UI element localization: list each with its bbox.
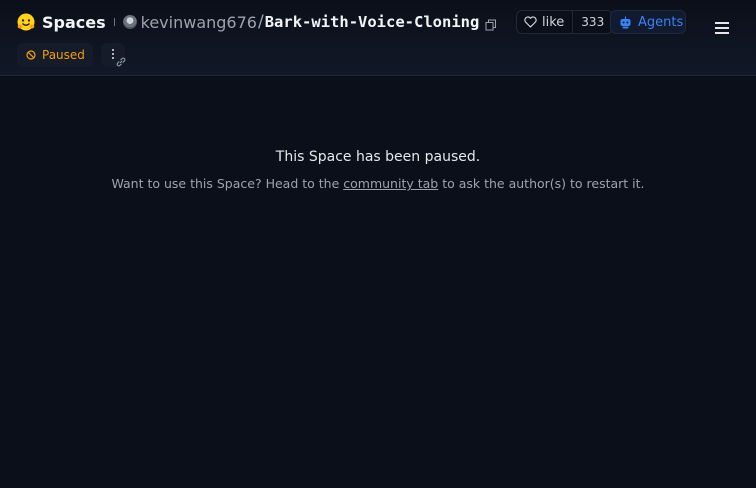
subtitle-text-start: Want to use this Space? Head to the (111, 176, 344, 191)
paused-label: Paused (42, 48, 85, 62)
hamburger-menu-icon[interactable] (715, 22, 729, 34)
like-widget: like 333 (516, 10, 614, 34)
like-label: like (542, 14, 565, 30)
owner-avatar[interactable] (122, 15, 137, 29)
robot-icon (620, 16, 631, 28)
space-header: Spaces kevinwang676 / Bark-with-Voice-Cl… (0, 0, 756, 76)
space-title-row: Spaces kevinwang676 / Bark-with-Voice-Cl… (16, 8, 497, 36)
agents-button[interactable]: Agents (610, 10, 686, 34)
divider (113, 18, 115, 26)
heart-icon (524, 16, 537, 28)
owner-link[interactable]: kevinwang676 (141, 13, 257, 32)
hugging-face-logo-icon[interactable] (16, 12, 36, 32)
agents-label: Agents (638, 14, 684, 30)
repo-name-link[interactable]: Bark-with-Voice-Cloning (265, 13, 480, 31)
more-options-button[interactable] (101, 43, 126, 67)
paused-message-subtitle: Want to use this Space? Head to the comm… (0, 176, 756, 191)
path-separator: / (257, 12, 264, 32)
paused-status-badge[interactable]: Paused (17, 43, 93, 67)
paused-message-title: This Space has been paused. (275, 149, 481, 165)
like-count[interactable]: 333 (573, 15, 612, 29)
subtitle-text-end: to ask the author(s) to restart it. (438, 176, 645, 191)
paused-icon (26, 50, 36, 60)
copy-icon[interactable] (485, 16, 497, 31)
spaces-link[interactable]: Spaces (42, 13, 106, 32)
like-button[interactable]: like (517, 11, 574, 33)
link-icon (116, 57, 126, 67)
community-tab-link[interactable]: community tab (343, 176, 438, 191)
